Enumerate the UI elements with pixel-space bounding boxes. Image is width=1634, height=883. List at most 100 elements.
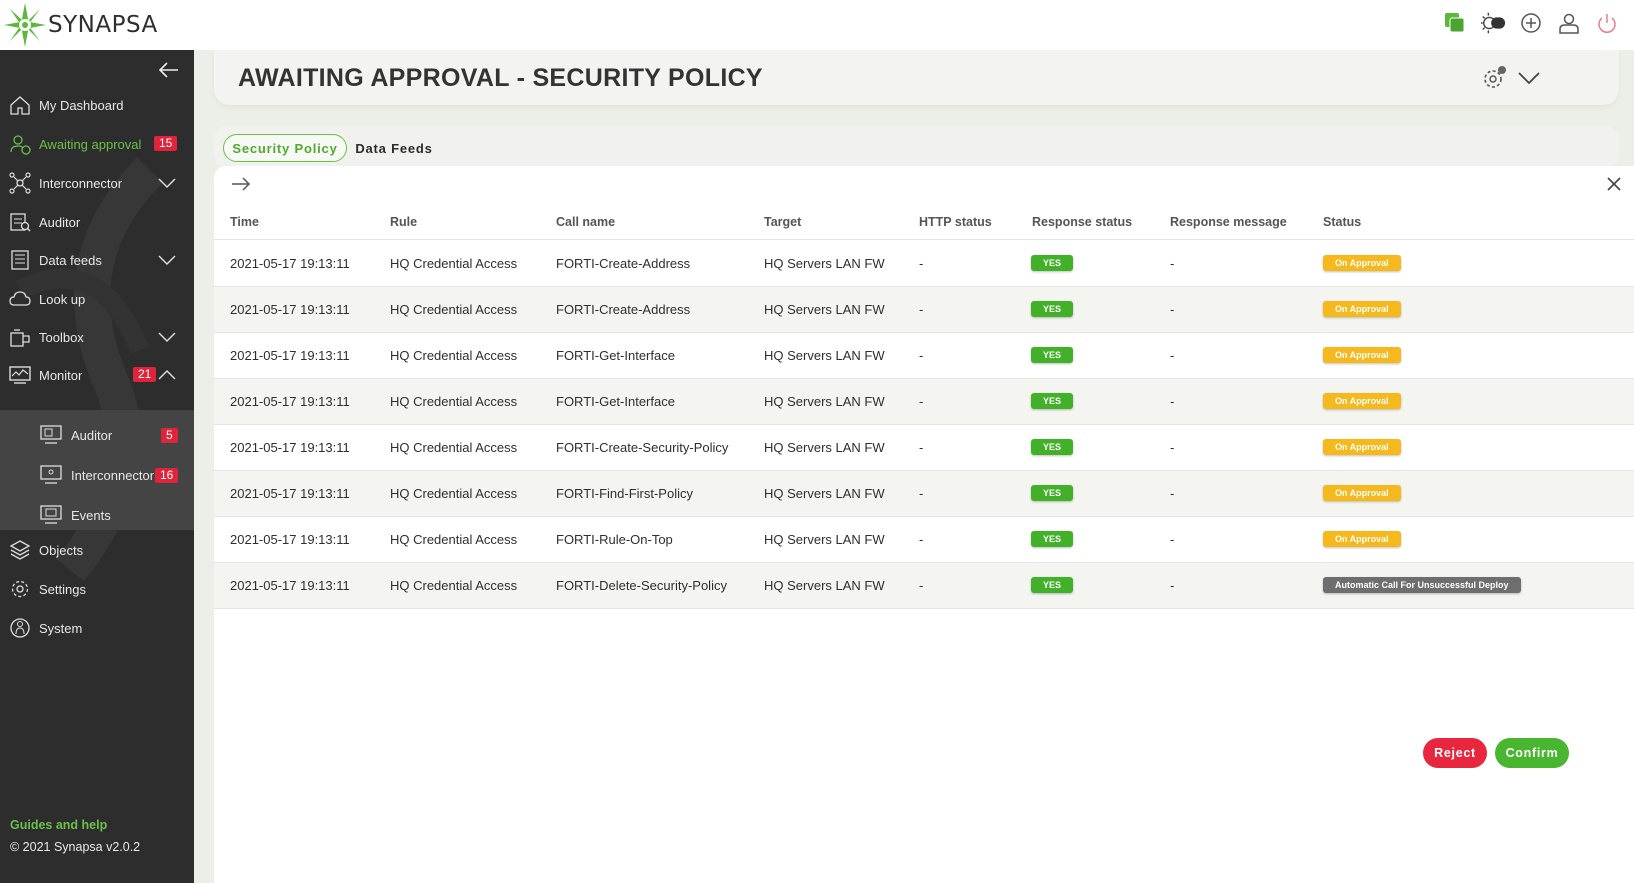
sidebar-item-settings[interactable]: Settings bbox=[0, 570, 194, 608]
response-status-badge: YES bbox=[1031, 301, 1073, 317]
sidebar-item-label: Awaiting approval bbox=[39, 136, 142, 152]
sidebar-item-awaiting-approval[interactable]: Awaiting approval 15 bbox=[0, 125, 194, 163]
cell-call-name: FORTI-Get-Interface bbox=[556, 394, 675, 409]
sidebar-item-look-up[interactable]: Look up bbox=[0, 280, 194, 318]
sidebar-item-toolbox[interactable]: Toolbox bbox=[0, 318, 194, 356]
tab-security-policy[interactable]: Security Policy bbox=[223, 134, 347, 162]
monitor-submenu: Auditor 5 Interconnector 16 Events bbox=[0, 410, 194, 530]
monitor-count-badge: 21 bbox=[133, 367, 157, 382]
system-icon bbox=[10, 618, 30, 638]
cell-call-name: FORTI-Find-First-Policy bbox=[556, 486, 693, 501]
power-icon[interactable] bbox=[1594, 10, 1620, 36]
top-bar: SYNAPSA bbox=[0, 0, 1634, 50]
table-row[interactable]: 2021-05-17 19:13:11 HQ Credential Access F… bbox=[214, 563, 1634, 609]
chevron-down-icon[interactable] bbox=[158, 177, 176, 189]
auditor-monitor-icon bbox=[40, 425, 62, 444]
column-header-response-status[interactable]: Response status bbox=[1032, 215, 1132, 229]
column-header-http-status[interactable]: HTTP status bbox=[919, 215, 992, 229]
cell-rule: HQ Credential Access bbox=[390, 256, 518, 271]
cell-http-status: - bbox=[919, 486, 924, 501]
cell-http-status: - bbox=[919, 256, 924, 271]
sidebar-item-data-feeds[interactable]: Data feeds bbox=[0, 241, 194, 279]
submenu-item-auditor[interactable]: Auditor 5 bbox=[0, 416, 194, 456]
submenu-item-interconnector[interactable]: Interconnector 16 bbox=[0, 456, 194, 496]
column-header-rule[interactable]: Rule bbox=[390, 215, 417, 229]
column-header-status[interactable]: Status bbox=[1323, 215, 1361, 229]
interconnector-count-badge: 16 bbox=[155, 468, 179, 483]
sidebar-item-interconnector[interactable]: Interconnector bbox=[0, 164, 194, 202]
tab-data-feeds[interactable]: Data Feeds bbox=[354, 134, 434, 162]
table-row[interactable]: 2021-05-17 19:13:11 HQ Credential Access F… bbox=[214, 333, 1634, 379]
sidebar-item-label: System bbox=[39, 620, 83, 636]
cell-response-message: - bbox=[1170, 486, 1175, 501]
status-badge: On Approval bbox=[1323, 485, 1401, 501]
cloud-icon bbox=[9, 291, 31, 306]
table-row[interactable]: 2021-05-17 19:13:11 HQ Credential Access F… bbox=[214, 287, 1634, 333]
user-icon[interactable] bbox=[1556, 10, 1582, 36]
cell-rule: HQ Credential Access bbox=[390, 302, 518, 317]
cell-http-status: - bbox=[919, 348, 924, 363]
cell-time: 2021-05-17 19:13:11 bbox=[230, 440, 350, 455]
cell-call-name: FORTI-Create-Address bbox=[556, 302, 691, 317]
cell-time: 2021-05-17 19:13:11 bbox=[230, 302, 350, 317]
table-row[interactable]: 2021-05-17 19:13:11 HQ Credential Access F… bbox=[214, 425, 1634, 471]
sidebar-item-label: My Dashboard bbox=[39, 97, 124, 113]
table-row[interactable]: 2021-05-17 19:13:11 HQ Credential Access F… bbox=[214, 517, 1634, 563]
chevron-up-icon[interactable] bbox=[158, 369, 176, 381]
approval-user-icon bbox=[10, 135, 31, 155]
main-content: AWAITING APPROVAL - SECURITY POLICY Secu… bbox=[194, 50, 1634, 883]
cell-rule: HQ Credential Access bbox=[390, 578, 518, 593]
response-status-badge: YES bbox=[1031, 439, 1073, 455]
column-header-target[interactable]: Target bbox=[764, 215, 801, 229]
green-square-icon[interactable] bbox=[1442, 10, 1468, 36]
confirm-button[interactable]: Confirm bbox=[1495, 738, 1569, 768]
cell-target: HQ Servers LAN FW bbox=[764, 486, 885, 501]
table-row[interactable]: 2021-05-17 19:13:11 HQ Credential Access F… bbox=[214, 471, 1634, 517]
reject-button[interactable]: Reject bbox=[1423, 738, 1487, 768]
table-header: Time Rule Call name Target HTTP status R… bbox=[214, 204, 1634, 240]
cell-response-message: - bbox=[1170, 440, 1175, 455]
theme-toggle-icon[interactable] bbox=[1480, 10, 1506, 36]
response-status-badge: YES bbox=[1031, 255, 1073, 271]
submenu-item-events[interactable]: Events bbox=[0, 496, 194, 536]
chevron-down-icon[interactable] bbox=[158, 331, 176, 343]
response-status-badge: YES bbox=[1031, 347, 1073, 363]
table-row[interactable]: 2021-05-17 19:13:11 HQ Credential Access F… bbox=[214, 241, 1634, 287]
sidebar-item-label: Monitor bbox=[39, 367, 83, 383]
cell-time: 2021-05-17 19:13:11 bbox=[230, 486, 350, 501]
cell-response-message: - bbox=[1170, 394, 1175, 409]
guides-and-help-link[interactable]: Guides and help bbox=[10, 818, 107, 832]
gear-icon[interactable] bbox=[1482, 65, 1508, 91]
column-header-call-name[interactable]: Call name bbox=[556, 215, 615, 229]
cell-rule: HQ Credential Access bbox=[390, 394, 518, 409]
sidebar-item-dashboard[interactable]: My Dashboard bbox=[0, 86, 194, 124]
cell-time: 2021-05-17 19:13:11 bbox=[230, 256, 350, 271]
close-icon[interactable] bbox=[1606, 176, 1622, 192]
sidebar-item-auditor[interactable]: Auditor bbox=[0, 203, 194, 241]
sidebar-item-monitor[interactable]: Monitor 21 bbox=[0, 356, 194, 394]
response-status-badge: YES bbox=[1031, 577, 1073, 593]
sidebar-item-system[interactable]: System bbox=[0, 609, 194, 647]
column-header-time[interactable]: Time bbox=[230, 215, 259, 229]
cell-http-status: - bbox=[919, 440, 924, 455]
status-badge: On Approval bbox=[1323, 439, 1401, 455]
cell-response-message: - bbox=[1170, 348, 1175, 363]
arrow-right-icon[interactable] bbox=[230, 176, 252, 192]
sidebar-item-objects[interactable]: Objects bbox=[0, 531, 194, 569]
cell-target: HQ Servers LAN FW bbox=[764, 532, 885, 547]
app-logo[interactable]: SYNAPSA bbox=[4, 2, 158, 48]
chevron-down-icon[interactable] bbox=[1518, 71, 1540, 85]
column-header-response-message[interactable]: Response message bbox=[1170, 215, 1287, 229]
add-circle-icon[interactable] bbox=[1518, 10, 1544, 36]
page-header: AWAITING APPROVAL - SECURITY POLICY bbox=[214, 50, 1619, 105]
cell-call-name: FORTI-Create-Security-Policy bbox=[556, 440, 729, 455]
cell-rule: HQ Credential Access bbox=[390, 532, 518, 547]
cell-target: HQ Servers LAN FW bbox=[764, 256, 885, 271]
cell-time: 2021-05-17 19:13:11 bbox=[230, 532, 350, 547]
cell-target: HQ Servers LAN FW bbox=[764, 578, 885, 593]
status-badge: On Approval bbox=[1323, 393, 1401, 409]
cell-rule: HQ Credential Access bbox=[390, 348, 518, 363]
table-row[interactable]: 2021-05-17 19:13:11 HQ Credential Access F… bbox=[214, 379, 1634, 425]
chevron-down-icon[interactable] bbox=[158, 254, 176, 266]
collapse-sidebar-icon[interactable] bbox=[158, 60, 180, 80]
